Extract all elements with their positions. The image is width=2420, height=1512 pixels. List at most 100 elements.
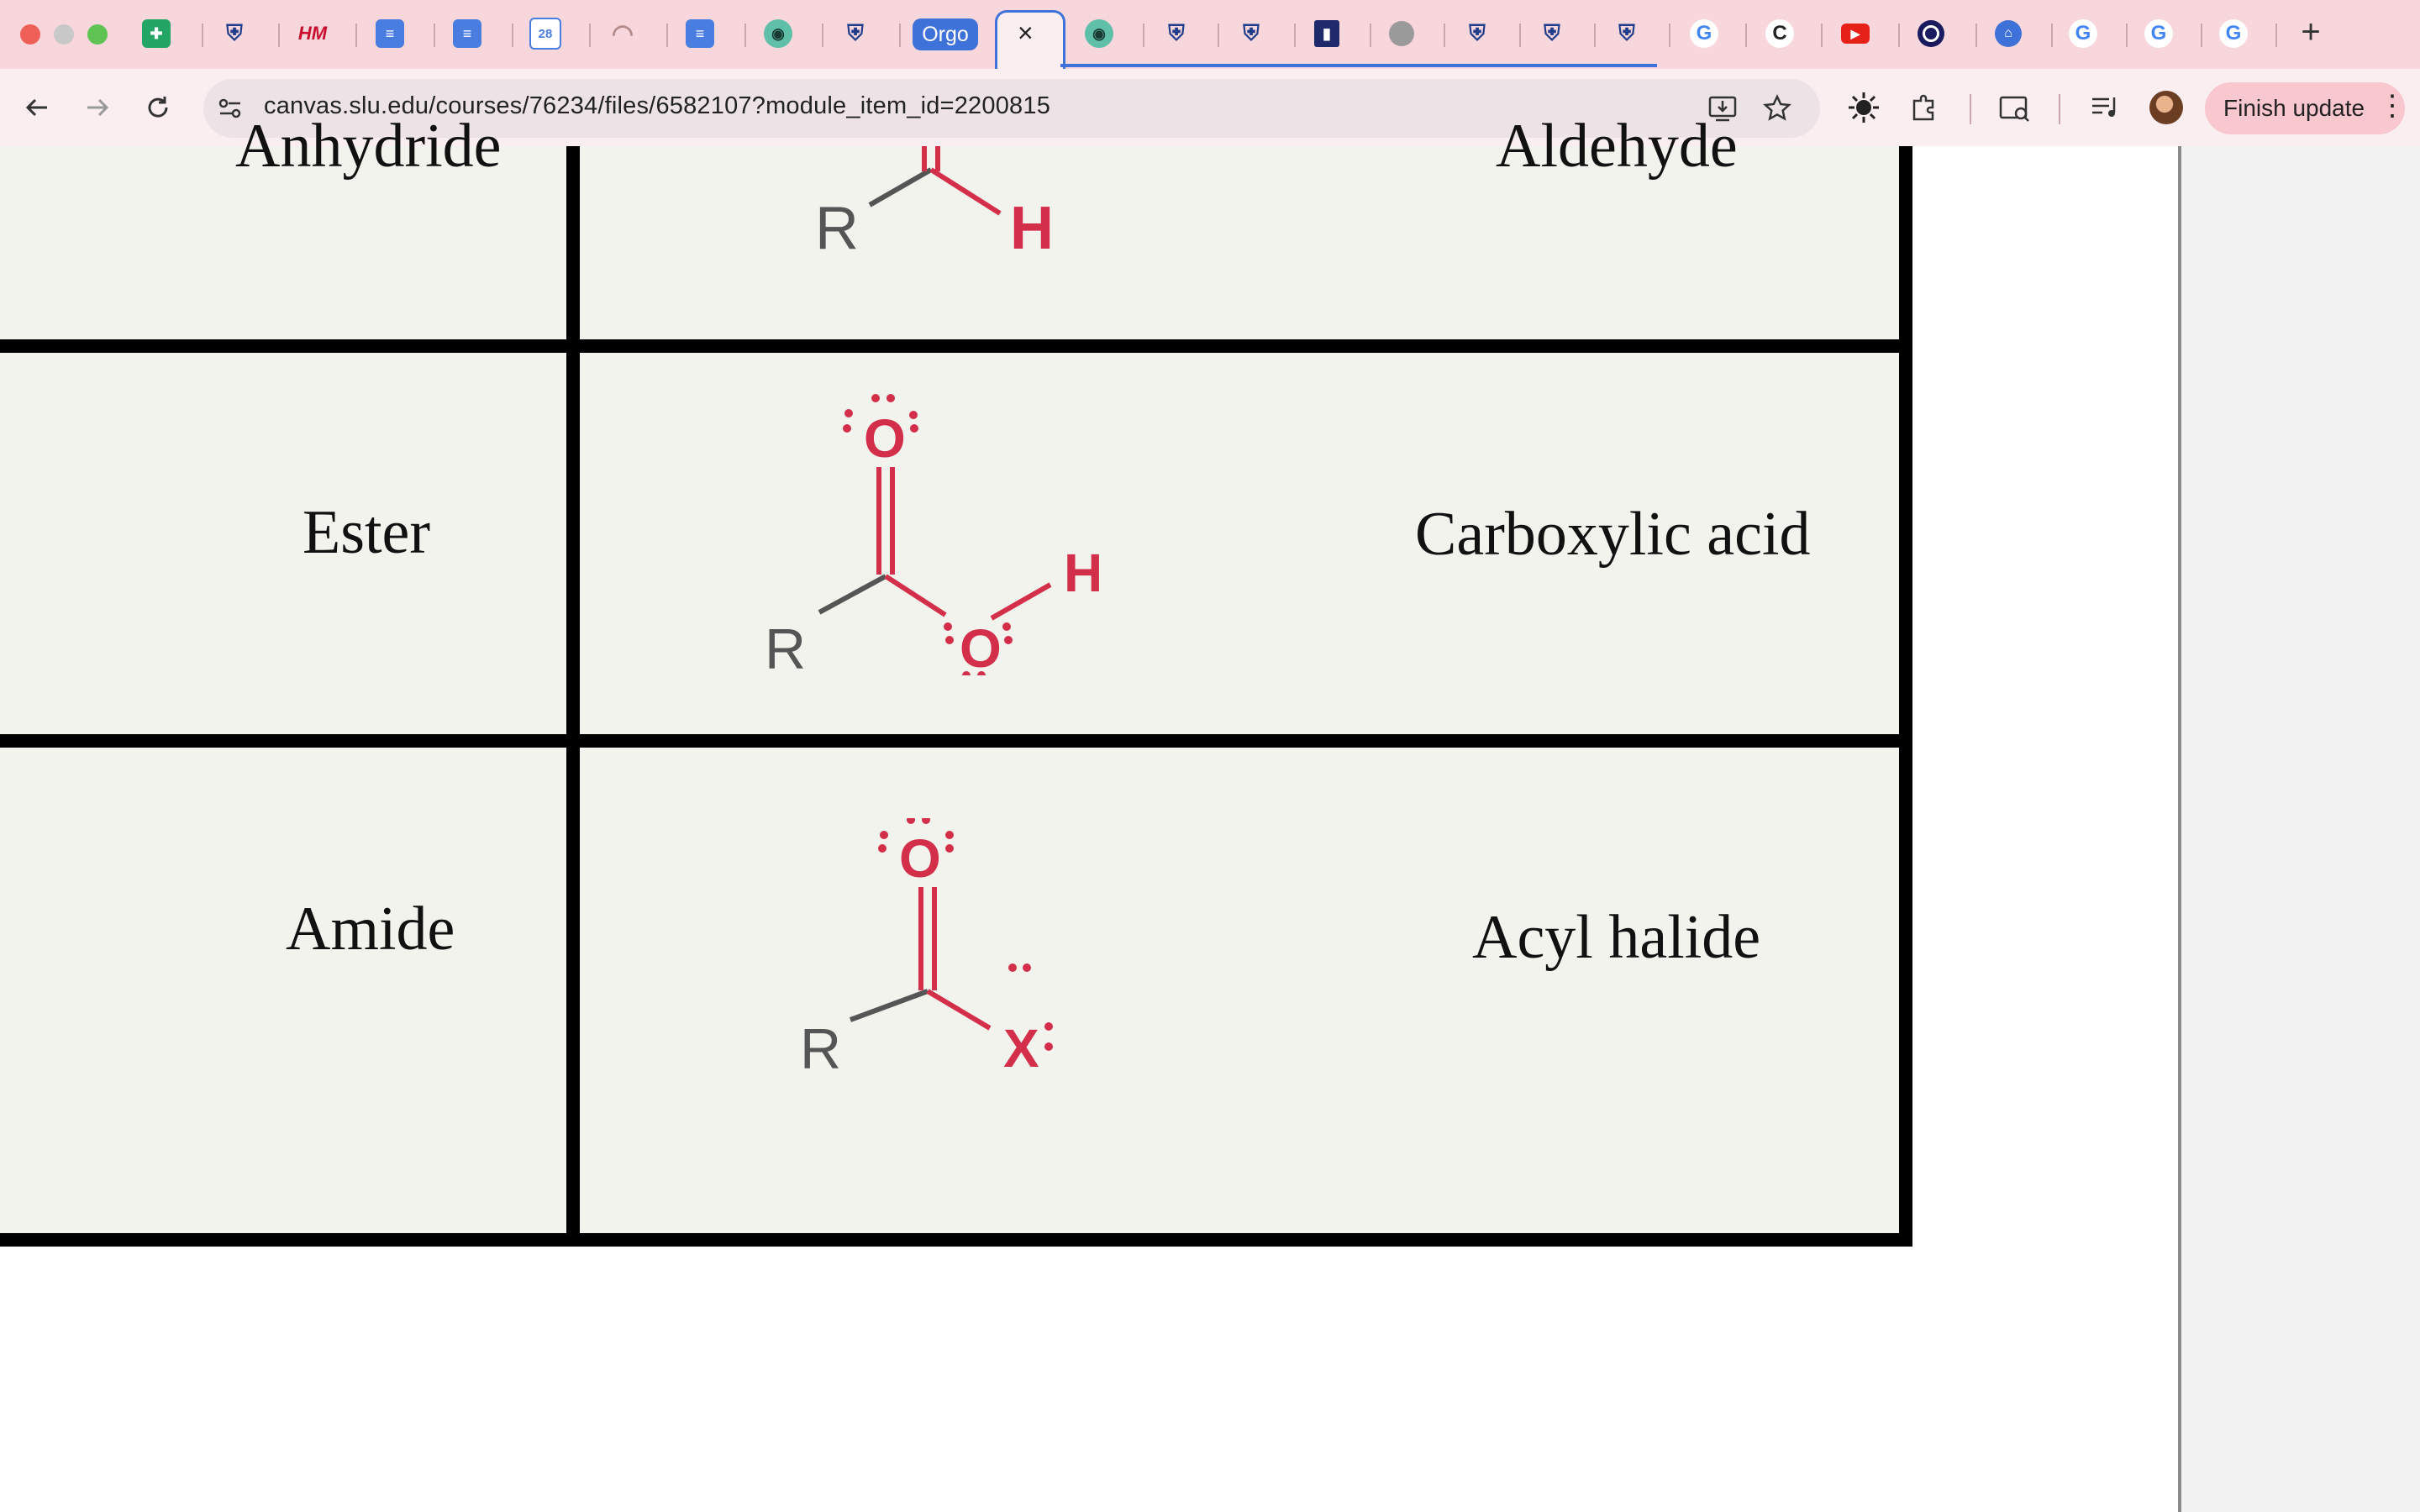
close-tab-icon[interactable]: × bbox=[1018, 18, 1034, 49]
extension-sun-icon[interactable] bbox=[1847, 91, 1881, 124]
tab-slu-5[interactable]: ⛨ bbox=[1458, 14, 1497, 53]
slu-shield-icon: ⛨ bbox=[847, 20, 864, 45]
docs-icon: ≡ bbox=[376, 19, 404, 48]
tab-docs-3[interactable]: ≡ bbox=[681, 14, 719, 53]
tab-slu-2[interactable]: ⛨ bbox=[836, 14, 875, 53]
tab-docs-1[interactable]: ≡ bbox=[371, 14, 409, 53]
reload-button[interactable] bbox=[138, 87, 178, 128]
tab-bank[interactable]: ⌂ bbox=[1989, 14, 2028, 53]
finish-update-button[interactable]: Finish update ⋮ bbox=[2205, 82, 2407, 134]
tab-globe[interactable] bbox=[1382, 14, 1421, 53]
tab-google-3[interactable]: G bbox=[2139, 14, 2178, 53]
page-content: Anhydride Aldehyde R H Ester Carboxylic … bbox=[0, 112, 2420, 1512]
toolbar-divider bbox=[2059, 94, 2060, 124]
bookmark-star-icon[interactable] bbox=[1763, 94, 1791, 123]
tab-calendar[interactable]: 28 bbox=[526, 14, 565, 53]
tab-docs-2[interactable]: ≡ bbox=[448, 14, 487, 53]
orgo-group-underline bbox=[1060, 64, 1657, 67]
slu-shield-icon: ⛨ bbox=[1469, 20, 1486, 45]
new-tab-button[interactable]: + bbox=[2291, 12, 2331, 52]
tab-frog-2[interactable]: ◉ bbox=[1080, 14, 1118, 53]
reload-icon bbox=[148, 97, 168, 118]
google-icon: G bbox=[2219, 19, 2248, 48]
carbonyl-oxygen-label: O bbox=[899, 828, 941, 889]
frog-icon: ◉ bbox=[1085, 19, 1113, 48]
tab-separator bbox=[2275, 24, 2277, 47]
tab-separator bbox=[1370, 24, 1371, 47]
slu-shield-icon: ⛨ bbox=[1168, 20, 1185, 45]
tab-slu-7[interactable]: ⛨ bbox=[1607, 14, 1646, 53]
slu-shield-icon: ⛨ bbox=[1243, 20, 1260, 45]
back-button[interactable] bbox=[17, 87, 57, 128]
tab-arc[interactable]: ◠ bbox=[603, 14, 642, 53]
slu-shield-icon: ⛨ bbox=[226, 20, 243, 45]
tab-separator bbox=[1519, 24, 1521, 47]
tab-separator bbox=[2201, 24, 2202, 47]
tab-search-icon[interactable] bbox=[1998, 92, 2032, 124]
profile-avatar[interactable] bbox=[2149, 91, 2183, 124]
tab-separator bbox=[899, 24, 901, 47]
r-group-label: R bbox=[815, 195, 859, 262]
calendar-icon: 28 bbox=[529, 18, 561, 50]
tab-separator bbox=[1821, 24, 1823, 47]
tab-separator bbox=[589, 24, 591, 47]
tab-slu-1[interactable]: ⛨ bbox=[215, 14, 254, 53]
tab-bookmark[interactable]: ▮ bbox=[1307, 14, 1346, 53]
tab-separator bbox=[1444, 24, 1445, 47]
tab-separator bbox=[1975, 24, 1977, 47]
close-window-button[interactable] bbox=[20, 24, 40, 45]
tab-google-1[interactable]: G bbox=[1685, 14, 1723, 53]
globe-icon bbox=[1389, 21, 1414, 46]
forward-button[interactable] bbox=[77, 87, 118, 128]
zoom-window-button[interactable] bbox=[87, 24, 108, 45]
tab-google-2[interactable]: G bbox=[2064, 14, 2102, 53]
tab-hm[interactable]: HM bbox=[293, 14, 332, 53]
more-menu-icon[interactable]: ⋮ bbox=[2378, 89, 2407, 123]
minimize-window-button[interactable] bbox=[54, 24, 74, 45]
tab-separator bbox=[434, 24, 435, 47]
active-tab[interactable]: × bbox=[995, 10, 1065, 71]
tab-separator bbox=[666, 24, 668, 47]
tab-separator bbox=[1294, 24, 1296, 47]
tab-slu-3[interactable]: ⛨ bbox=[1157, 14, 1196, 53]
tab-separator bbox=[2051, 24, 2053, 47]
extensions-puzzle-icon[interactable] bbox=[1907, 91, 1941, 124]
table-bottom-border bbox=[0, 1233, 1912, 1247]
tab-separator bbox=[1143, 24, 1144, 47]
table-row-divider bbox=[0, 734, 1912, 748]
tab-frog-1[interactable]: ◉ bbox=[759, 14, 797, 53]
label-ester: Ester bbox=[302, 498, 431, 567]
table-column-divider bbox=[566, 146, 580, 1243]
tab-sheets[interactable]: ✚ bbox=[137, 14, 176, 53]
tab-separator bbox=[1218, 24, 1219, 47]
tab-record[interactable] bbox=[1912, 14, 1950, 53]
tab-google-4[interactable]: G bbox=[2214, 14, 2253, 53]
hm-icon: HM bbox=[297, 23, 328, 44]
hydrogen-label: H bbox=[1010, 195, 1054, 262]
slu-shield-icon: ⛨ bbox=[1618, 20, 1635, 45]
finish-update-label: Finish update bbox=[2223, 95, 2365, 121]
tab-slu-6[interactable]: ⛨ bbox=[1533, 14, 1571, 53]
tab-group-orgo[interactable]: Orgo bbox=[913, 18, 978, 50]
tab-youtube[interactable]: ▶ bbox=[1836, 14, 1875, 53]
label-carboxylic-acid: Carboxylic acid bbox=[1415, 500, 1811, 569]
label-aldehyde: Aldehyde bbox=[1496, 112, 1738, 181]
tab-separator bbox=[355, 24, 357, 47]
tab-separator bbox=[2126, 24, 2128, 47]
r-group-label: R bbox=[765, 617, 806, 675]
tab-separator bbox=[1669, 24, 1670, 47]
bookmark-icon: ▮ bbox=[1314, 20, 1339, 47]
label-amide: Amide bbox=[286, 895, 455, 963]
hydroxyl-oxygen-label: O bbox=[960, 618, 1002, 675]
carbonyl-oxygen-label: O bbox=[864, 408, 906, 469]
tab-separator bbox=[278, 24, 280, 47]
youtube-icon: ▶ bbox=[1841, 24, 1870, 44]
functional-groups-table: Anhydride Aldehyde R H Ester Carboxylic … bbox=[0, 112, 1912, 1247]
arc-icon: ◠ bbox=[611, 19, 634, 48]
label-anhydride: Anhydride bbox=[235, 112, 502, 181]
tab-slu-4[interactable]: ⛨ bbox=[1232, 14, 1270, 53]
tab-chegg[interactable]: C bbox=[1760, 14, 1799, 53]
media-control-icon[interactable] bbox=[2089, 92, 2123, 123]
frog-icon: ◉ bbox=[764, 19, 792, 48]
google-icon: G bbox=[2144, 19, 2173, 48]
